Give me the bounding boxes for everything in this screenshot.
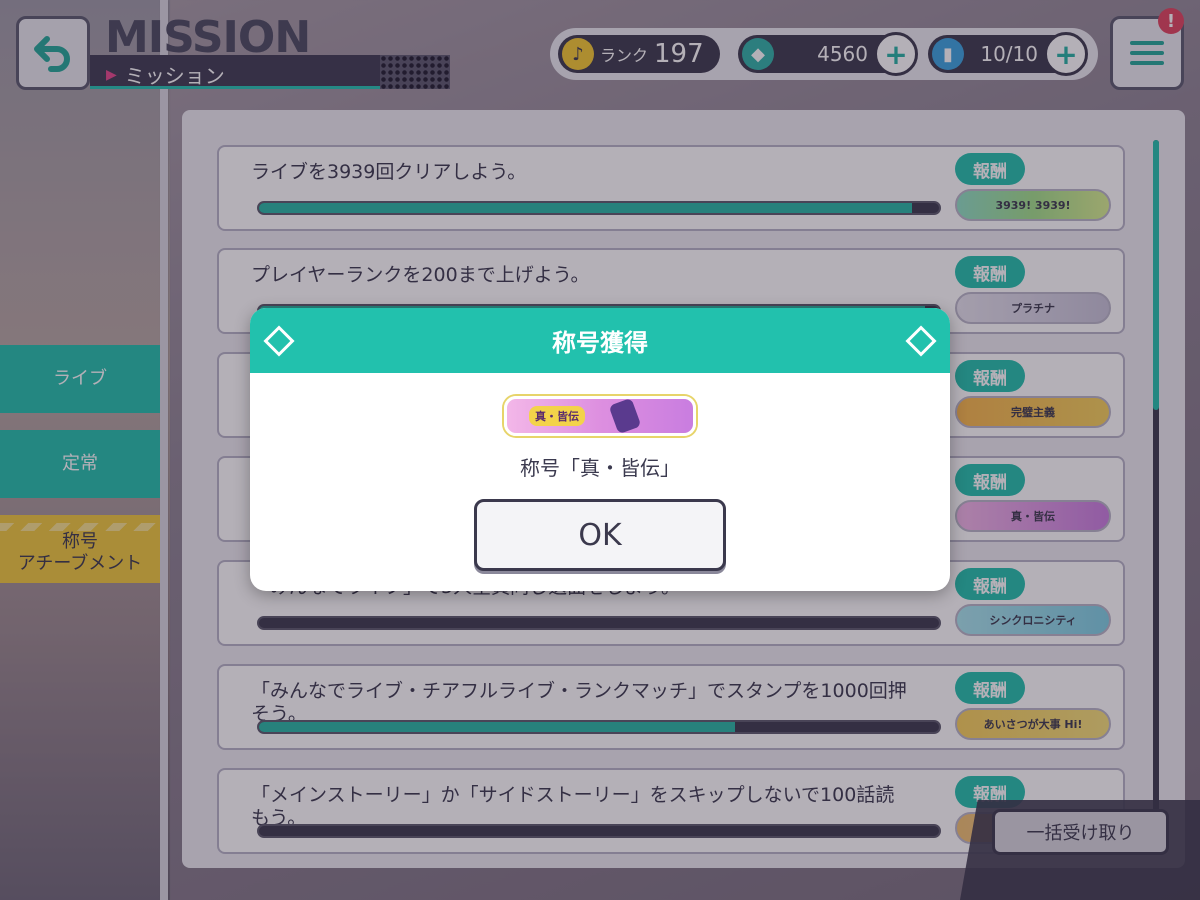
dialog-caption: 称号「真・皆伝」: [520, 456, 680, 480]
dialog-header: 称号獲得: [250, 308, 950, 373]
diamond-icon: [905, 325, 937, 357]
dialog-title: 称号獲得: [552, 329, 648, 357]
cylinder-icon: [608, 397, 642, 435]
ok-button[interactable]: OK: [474, 499, 726, 571]
title-plate-text: 真・皆伝: [529, 406, 585, 426]
title-acquired-dialog: 称号獲得 真・皆伝 称号「真・皆伝」 OK: [250, 308, 950, 591]
title-plate: 真・皆伝: [504, 396, 696, 436]
diamond-icon: [263, 325, 295, 357]
